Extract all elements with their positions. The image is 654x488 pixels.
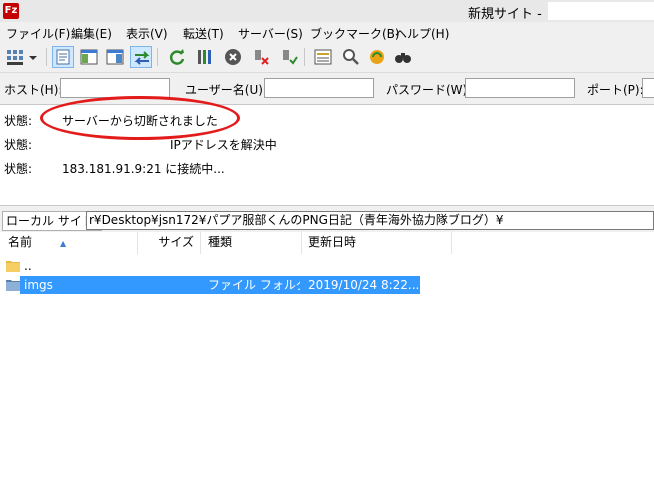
password-label: パスワード(W):	[386, 83, 472, 97]
menu-help[interactable]: ヘルプ(H)	[395, 25, 449, 42]
filter-icon	[314, 49, 332, 65]
log-status-label: 状態:	[4, 162, 33, 176]
host-input[interactable]	[60, 78, 170, 98]
reconnect-button[interactable]	[278, 46, 300, 68]
column-header-name-label: 名前	[8, 235, 33, 249]
chevron-down-icon	[29, 56, 37, 60]
password-input[interactable]	[465, 78, 575, 98]
reconnect-icon	[283, 50, 298, 65]
toolbar	[0, 42, 654, 73]
binoculars-icon	[395, 53, 411, 63]
log-message: 183.181.91.9:21 に接続中...	[62, 162, 225, 176]
dir-compare-button[interactable]	[340, 46, 362, 68]
toolbar-separator	[157, 48, 158, 66]
column-header-name[interactable]: 名前 ▲	[0, 232, 138, 254]
local-file-list[interactable]: 名前 ▲ サイズ 種類 更新日時 .. imgs ファイル フォルダー 2019…	[0, 232, 654, 488]
disconnect-button[interactable]	[250, 46, 272, 68]
file-type: ファイル フォルダー	[208, 278, 300, 292]
toolbar-separator	[46, 48, 47, 66]
message-log[interactable]: 状態: サーバーから切断されました 状態: IPアドレスを解決中 状態: 183…	[0, 105, 654, 206]
column-header-size[interactable]: サイズ	[138, 232, 201, 254]
file-size	[140, 276, 196, 294]
list-item[interactable]: ..	[0, 257, 654, 275]
title-site-name	[548, 2, 654, 20]
process-queue-icon	[198, 50, 211, 64]
remote-tree-icon	[106, 49, 124, 65]
parent-folder-icon	[6, 261, 20, 272]
toolbar-separator	[304, 48, 305, 66]
list-item[interactable]: imgs ファイル フォルダー 2019/10/24 8:22...	[0, 276, 654, 294]
file-modified: 2019/10/24 8:22...	[308, 278, 420, 292]
refresh-icon	[169, 49, 185, 65]
file-name: ..	[24, 259, 32, 273]
sort-ascending-icon: ▲	[60, 239, 67, 248]
log-message: IPアドレスを解決中	[170, 138, 277, 152]
folder-icon	[6, 280, 20, 291]
log-status-label: 状態:	[4, 138, 33, 152]
menu-edit[interactable]: 編集(E)	[71, 25, 112, 42]
toggle-transfer-queue-button[interactable]	[130, 46, 152, 68]
toggle-local-tree-button[interactable]	[78, 46, 100, 68]
log-status-label: 状態:	[4, 114, 33, 128]
column-header-modified[interactable]: 更新日時	[302, 232, 452, 254]
port-label: ポート(P):	[587, 83, 644, 97]
log-message: サーバーから切断されました	[62, 114, 218, 128]
site-manager-dropdown[interactable]	[26, 46, 40, 68]
disconnect-icon	[255, 50, 269, 65]
local-site-bar: ローカル サイト: r¥Desktop¥jsn172¥パプア服部くんのPNG日記…	[0, 209, 654, 232]
file-name: imgs	[24, 278, 53, 292]
title-bar: Fz 新規サイト -	[0, 0, 654, 22]
column-header-type[interactable]: 種類	[201, 232, 302, 254]
search-remote-files-button[interactable]	[392, 46, 414, 68]
menu-file[interactable]: ファイル(F)	[6, 25, 70, 42]
menu-transfer[interactable]: 転送(T)	[183, 25, 224, 42]
site-manager-button[interactable]	[4, 46, 26, 68]
filezilla-app-icon: Fz	[3, 3, 19, 19]
refresh-button[interactable]	[166, 46, 188, 68]
toggle-remote-tree-button[interactable]	[104, 46, 126, 68]
site-manager-icon	[7, 50, 23, 65]
menu-view[interactable]: 表示(V)	[126, 25, 168, 42]
process-queue-button[interactable]	[194, 46, 216, 68]
cancel-icon	[225, 49, 241, 65]
port-input[interactable]	[642, 78, 654, 98]
sync-browsing-icon	[370, 50, 384, 64]
host-label: ホスト(H):	[4, 83, 63, 97]
transfer-queue-icon	[134, 51, 150, 65]
cancel-operation-button[interactable]	[222, 46, 244, 68]
username-label: ユーザー名(U):	[185, 83, 267, 97]
sync-browsing-button[interactable]	[366, 46, 388, 68]
local-tree-icon	[80, 49, 98, 65]
menu-bar: ファイル(F) 編集(E) 表示(V) 転送(T) サーバー(S) ブックマーク…	[0, 22, 654, 42]
local-site-path-input[interactable]: r¥Desktop¥jsn172¥パプア服部くんのPNG日記（青年海外協力隊ブロ…	[86, 211, 654, 230]
message-log-icon	[56, 49, 70, 65]
username-input[interactable]	[264, 78, 374, 98]
menu-server[interactable]: サーバー(S)	[238, 25, 303, 42]
window-title: 新規サイト -	[468, 7, 542, 22]
menu-bookmarks[interactable]: ブックマーク(B)	[310, 25, 400, 42]
directory-listing-filters-button[interactable]	[312, 46, 334, 68]
compare-magnifier-icon	[343, 49, 359, 65]
quickconnect-bar: ホスト(H): ユーザー名(U): パスワード(W): ポート(P):	[0, 73, 654, 105]
toggle-message-log-button[interactable]	[52, 46, 74, 68]
